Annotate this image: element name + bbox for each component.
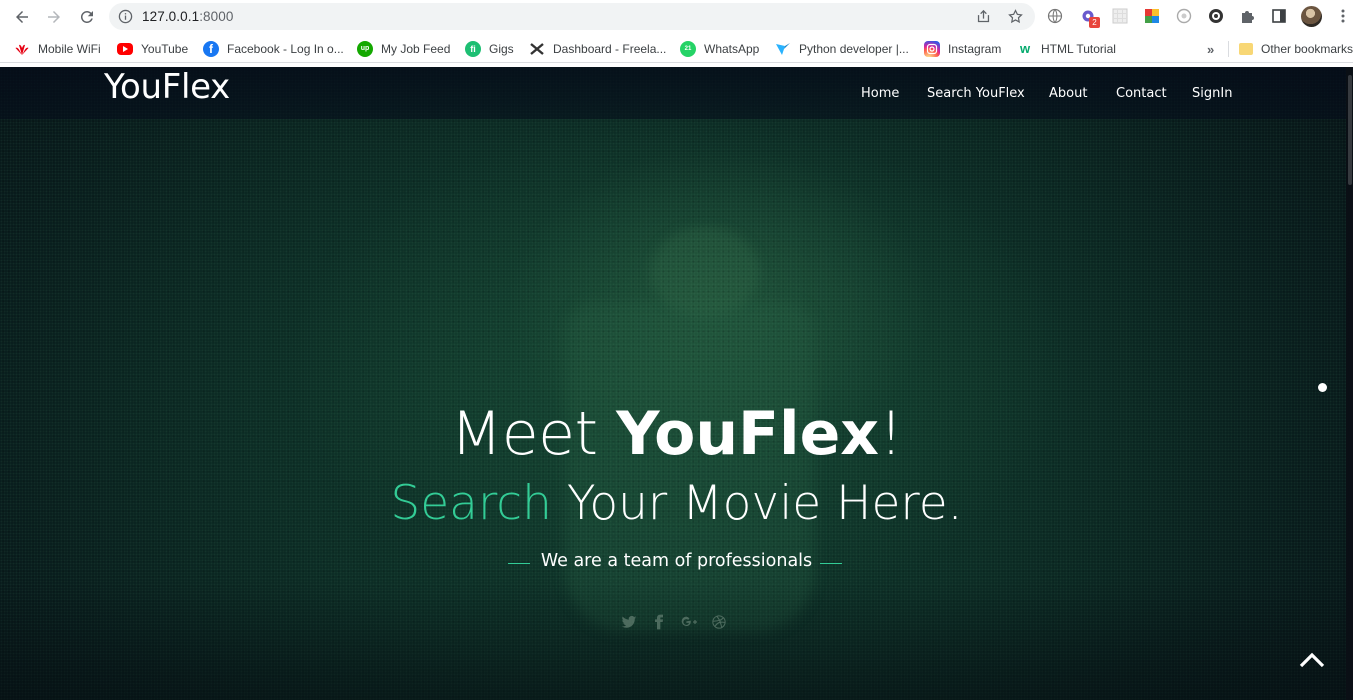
site-logo[interactable]: YouFlex (104, 67, 230, 107)
section-dot-nav[interactable] (1318, 383, 1327, 392)
gear-extension-icon[interactable]: 2 (1079, 7, 1100, 28)
bookmark-mobile-wifi[interactable]: Mobile WiFi (14, 40, 101, 57)
bookmark-python-developer[interactable]: Python developer |... (775, 40, 909, 57)
share-icon[interactable] (975, 8, 992, 25)
globe-extension-icon[interactable] (1046, 7, 1064, 25)
page-viewport: YouFlex Home Search YouFlex About Contac… (0, 67, 1353, 700)
profile-avatar[interactable] (1301, 6, 1322, 27)
hero-subtitle: Search Your Movie Here. (390, 476, 963, 531)
info-icon (118, 9, 133, 24)
kebab-menu-icon[interactable] (1334, 7, 1352, 25)
huawei-icon (14, 41, 30, 57)
url-text: 127.0.0.1:8000 (142, 9, 234, 24)
side-panel-icon[interactable] (1270, 7, 1288, 25)
shield-extension-icon[interactable] (1207, 7, 1225, 25)
circle-extension-icon[interactable] (1175, 7, 1193, 25)
bookmark-youtube[interactable]: YouTube (117, 40, 188, 57)
facebook-icon[interactable] (650, 613, 668, 631)
upwork-icon: up (357, 40, 373, 57)
arrow-left-icon (16, 11, 28, 23)
facebook-icon: f (203, 40, 219, 57)
bookmark-whatsapp[interactable]: 21 WhatsApp (680, 40, 759, 57)
site-header: YouFlex Home Search YouFlex About Contac… (0, 67, 1353, 119)
reload-button[interactable] (76, 6, 98, 28)
hero-title: Meet YouFlex! (450, 399, 903, 469)
hero-vignette (0, 67, 1353, 700)
social-links (620, 613, 728, 633)
reload-icon (80, 10, 93, 23)
chevron-up-icon (1299, 652, 1325, 668)
bookmark-gigs[interactable]: fi Gigs (465, 40, 514, 57)
bookmark-html-tutorial[interactable]: w HTML Tutorial (1017, 40, 1116, 57)
forward-button[interactable] (43, 6, 65, 28)
youtube-icon (117, 42, 133, 55)
back-button[interactable] (11, 6, 33, 28)
w3schools-icon: w (1019, 41, 1031, 56)
colorful-extension-icon[interactable] (1143, 7, 1161, 25)
other-bookmarks-folder[interactable]: Other bookmarks (1239, 40, 1353, 57)
google-plus-icon[interactable] (680, 613, 698, 631)
bookmark-instagram[interactable]: Instagram (924, 40, 1001, 57)
freelancer-icon (529, 41, 545, 57)
dribbble-icon[interactable] (710, 613, 728, 631)
python-job-icon (775, 41, 791, 57)
extension-badge: 2 (1089, 17, 1100, 28)
scroll-to-top-button[interactable] (1298, 650, 1326, 678)
menu-contact[interactable]: Contact (1116, 86, 1167, 101)
fiverr-icon: fi (465, 40, 481, 57)
menu-search-youflex[interactable]: Search YouFlex (927, 86, 1025, 101)
arrow-right-icon (48, 11, 60, 23)
hero-tagline: We are a team of professionals (540, 551, 813, 571)
menu-home[interactable]: Home (861, 86, 899, 101)
bookmark-dashboard[interactable]: Dashboard - Freela... (529, 40, 666, 57)
tagline-right-rule (820, 563, 842, 564)
address-bar[interactable]: 127.0.0.1:8000 (109, 3, 1035, 30)
menu-about[interactable]: About (1049, 86, 1087, 101)
bookmarks-separator (1228, 41, 1229, 57)
page-scrollbar-thumb[interactable] (1348, 75, 1352, 185)
instagram-icon (924, 40, 940, 57)
menu-signin[interactable]: SignIn (1192, 86, 1232, 101)
bookmark-facebook[interactable]: f Facebook - Log In o... (203, 40, 344, 57)
twitter-icon[interactable] (620, 613, 638, 631)
browser-toolbar: 127.0.0.1:8000 2 (0, 0, 1353, 33)
whatsapp-icon: 21 (680, 40, 696, 57)
folder-icon (1239, 42, 1253, 55)
grid-extension-icon[interactable] (1111, 7, 1129, 25)
more-bookmarks-icon[interactable]: » (1207, 42, 1214, 57)
bookmarks-bar: Mobile WiFi YouTube f Facebook - Log In … (0, 33, 1353, 63)
star-icon[interactable] (1007, 8, 1024, 25)
bookmark-my-job-feed[interactable]: up My Job Feed (357, 40, 450, 57)
puzzle-icon[interactable] (1238, 7, 1256, 25)
